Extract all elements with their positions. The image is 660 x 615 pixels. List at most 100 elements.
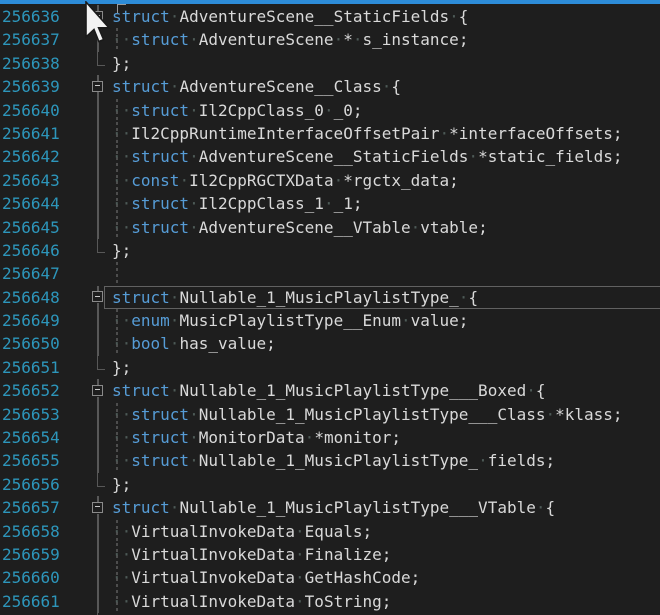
code-token: _0; <box>334 101 363 120</box>
code-token: *monitor; <box>314 428 401 447</box>
code-text[interactable]: struct·AdventureScene__Class·{ <box>112 75 401 98</box>
code-text[interactable]: ··struct·AdventureScene__StaticFields·*s… <box>112 145 623 168</box>
code-text[interactable]: ··VirtualInvokeData·ToString; <box>112 590 391 613</box>
code-token: }; <box>112 54 131 73</box>
fold-bracket-line <box>97 520 99 543</box>
whitespace-dots: · <box>295 592 305 611</box>
whitespace-dots: · <box>334 171 344 190</box>
code-text[interactable]: ··struct·Il2CppClass_1·_1; <box>112 192 362 215</box>
line-number: 256648 <box>2 286 60 309</box>
fold-collapse-icon[interactable] <box>92 81 103 92</box>
code-text[interactable]: ··VirtualInvokeData·Finalize; <box>112 543 391 566</box>
code-text[interactable]: ··VirtualInvokeData·Equals; <box>112 520 372 543</box>
fold-collapse-icon[interactable] <box>92 502 103 513</box>
code-token: Nullable_1_MusicPlaylistType_ <box>179 288 458 307</box>
whitespace-dots: · <box>295 545 305 564</box>
code-text[interactable]: }; <box>112 356 131 379</box>
code-text[interactable]: }; <box>112 239 131 262</box>
fold-collapse-icon[interactable] <box>92 385 103 396</box>
code-text[interactable]: ··const·Il2CppRGCTXData·*rgctx_data; <box>112 169 459 192</box>
whitespace-dots: ·· <box>112 334 131 353</box>
code-line-row: 256644··struct·Il2CppClass_1·_1; <box>0 192 660 215</box>
code-token: *klass; <box>555 405 622 424</box>
code-text[interactable]: struct·Nullable_1_MusicPlaylistType___VT… <box>112 496 555 519</box>
code-token: AdventureScene__StaticFields <box>199 147 469 166</box>
code-text[interactable]: ··enum·MusicPlaylistType__Enum·value; <box>112 309 468 332</box>
line-number: 256649 <box>2 309 60 332</box>
code-text[interactable]: struct·Nullable_1_MusicPlaylistType___Bo… <box>112 379 546 402</box>
code-line-row: 256658··VirtualInvokeData·Equals; <box>0 520 660 543</box>
code-token: MonitorData <box>199 428 305 447</box>
fold-bracket-line <box>97 332 99 355</box>
code-token: *static_fields; <box>478 147 623 166</box>
code-token: MusicPlaylistType__Enum <box>179 311 401 330</box>
code-token: ToString; <box>305 592 392 611</box>
code-token: VirtualInvokeData <box>131 592 295 611</box>
whitespace-dots: · <box>295 522 305 541</box>
whitespace-dots: · <box>189 147 199 166</box>
whitespace-dots: · <box>179 171 189 190</box>
code-text[interactable]: ··Il2CppRuntimeInterfaceOffsetPair·*inte… <box>112 122 623 145</box>
fold-bracket-line <box>97 192 99 215</box>
fold-bracket-corner <box>97 239 105 253</box>
code-token: { <box>459 7 469 26</box>
code-text[interactable]: ··struct·AdventureScene·*·s_instance; <box>112 28 468 51</box>
code-token: *interfaceOffsets; <box>449 124 622 143</box>
whitespace-dots: ·· <box>112 124 131 143</box>
code-token: GetHashCode; <box>305 568 421 587</box>
code-token: struct <box>131 194 189 213</box>
whitespace-dots: · <box>170 334 180 353</box>
code-token: Il2CppClass_0 <box>199 101 324 120</box>
line-number: 256660 <box>2 566 60 589</box>
code-text[interactable]: }; <box>112 52 131 75</box>
code-token: *rgctx_data; <box>343 171 459 190</box>
whitespace-dots: ·· <box>112 451 131 470</box>
whitespace-dots: · <box>170 311 180 330</box>
line-number: 256643 <box>2 169 60 192</box>
code-token: struct <box>131 30 189 49</box>
code-editor: 256636struct·AdventureScene__StaticField… <box>0 0 660 615</box>
code-line-row: 256648 struct·Nullable_1_MusicPlaylistTyp… <box>0 286 660 309</box>
fold-bracket-line <box>97 403 99 426</box>
code-token: vtable; <box>420 218 487 237</box>
code-line-row: 256654··struct·MonitorData·*monitor; <box>0 426 660 449</box>
code-text[interactable]: ··struct·AdventureScene__VTable·vtable; <box>112 216 488 239</box>
code-line-row: 256647 <box>0 262 660 285</box>
whitespace-dots: ·· <box>112 30 131 49</box>
whitespace-dots: ·· <box>112 194 131 213</box>
whitespace-dots: · <box>382 77 392 96</box>
fold-bracket-line <box>97 543 99 566</box>
code-line-row: 256659··VirtualInvokeData·Finalize; <box>0 543 660 566</box>
code-token: Equals; <box>305 522 372 541</box>
code-token: AdventureScene <box>199 30 334 49</box>
code-token: }; <box>112 241 131 260</box>
code-text[interactable]: ··struct·Il2CppClass_0·_0; <box>112 99 362 122</box>
line-number: 256650 <box>2 332 60 355</box>
whitespace-dots: · <box>170 7 180 26</box>
whitespace-dots: ·· <box>112 218 131 237</box>
code-line-row: 256661··VirtualInvokeData·ToString; <box>0 590 660 613</box>
code-text[interactable]: }; <box>112 473 131 496</box>
code-text[interactable]: ··bool·has_value; <box>112 332 276 355</box>
line-number: 256638 <box>2 52 60 75</box>
code-line-row: 256657struct·Nullable_1_MusicPlaylistTyp… <box>0 496 660 519</box>
code-text[interactable]: ··struct·Nullable_1_MusicPlaylistType_·f… <box>112 449 555 472</box>
code-text[interactable]: ··struct·Nullable_1_MusicPlaylistType___… <box>112 403 623 426</box>
whitespace-dots: · <box>459 288 469 307</box>
line-number: 256639 <box>2 75 60 98</box>
code-text[interactable]: ··VirtualInvokeData·GetHashCode; <box>112 566 420 589</box>
fold-collapse-icon[interactable] <box>92 291 103 302</box>
fold-bracket-line <box>97 99 99 122</box>
code-token: { <box>468 288 478 307</box>
code-text[interactable]: struct·AdventureScene__StaticFields·{ <box>112 5 468 28</box>
code-token: struct <box>131 405 189 424</box>
whitespace-dots: · <box>526 381 536 400</box>
code-token: Il2CppRGCTXData <box>189 171 334 190</box>
whitespace-dots: ·· <box>112 545 131 564</box>
fold-anchor-mark <box>117 4 126 13</box>
code-token: const <box>131 171 179 190</box>
code-text[interactable]: struct·Nullable_1_MusicPlaylistType_·{ <box>112 286 478 309</box>
fold-bracket-line <box>97 566 99 589</box>
fold-bracket-corner <box>97 473 105 487</box>
code-text[interactable]: ··struct·MonitorData·*monitor; <box>112 426 401 449</box>
